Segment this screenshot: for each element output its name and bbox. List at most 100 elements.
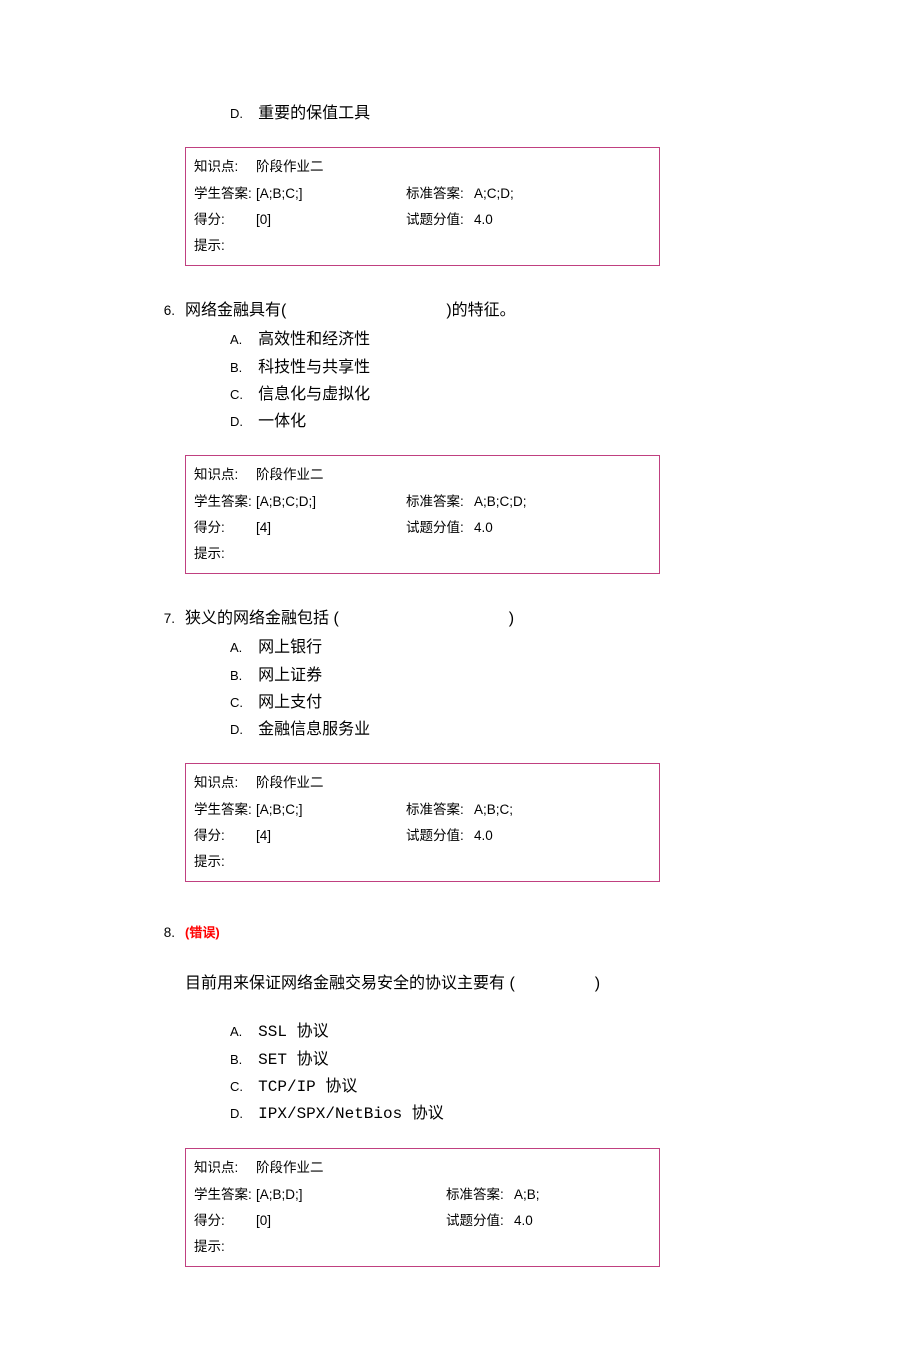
- question-6-block: 6. 网络金融具有( )的特征。 A. 高效性和经济性 B. 科技性与共享性 C.…: [0, 296, 920, 574]
- question-text: 狭义的网络金融包括 (): [185, 604, 514, 628]
- sa-label: 学生答案:: [194, 181, 256, 207]
- score-label: 得分:: [194, 207, 256, 233]
- option-text: 科技性与共享性: [258, 359, 370, 376]
- option-text: 信息化与虚拟化: [258, 386, 370, 403]
- sa-value: [A;B;D;]: [256, 1182, 446, 1208]
- option-text: SSL 协议: [258, 1023, 328, 1041]
- ca-label: 标准答案:: [406, 797, 474, 823]
- option-b: B. 网上证券: [230, 662, 920, 689]
- option-letter: A.: [230, 637, 246, 659]
- option-letter: D.: [230, 411, 246, 433]
- option-letter: C.: [230, 1076, 246, 1098]
- kp-value: 阶段作业二: [256, 770, 406, 796]
- pv-label: 试题分值:: [406, 207, 474, 233]
- option-text: TCP/IP 协议: [258, 1078, 357, 1096]
- error-tag: (错误): [185, 922, 220, 941]
- hint-label: 提示:: [194, 1234, 256, 1260]
- question-7-line: 7. 狭义的网络金融包括 (): [0, 604, 920, 628]
- score-value: [4]: [256, 515, 406, 541]
- option-d: D. 金融信息服务业: [230, 716, 920, 743]
- pv-value: 4.0: [474, 207, 651, 233]
- ca-label: 标准答案:: [406, 489, 474, 515]
- page: D. 重要的保值工具 知识点: 阶段作业二 学生答案: [A;B;C;] 标准答…: [0, 0, 920, 1357]
- question-8-block: 8. (错误) 目前用来保证网络金融交易安全的协议主要有 () A. SSL 协…: [0, 922, 920, 1267]
- answer-info-box-6: 知识点: 阶段作业二 学生答案: [A;B;C;D;] 标准答案: A;B;C;…: [185, 455, 660, 574]
- option-letter: C.: [230, 692, 246, 714]
- kp-value: 阶段作业二: [256, 154, 406, 180]
- option-letter: D.: [230, 719, 246, 741]
- score-label: 得分:: [194, 1208, 256, 1234]
- score-value: [0]: [256, 207, 406, 233]
- sa-value: [A;B;C;D;]: [256, 489, 406, 515]
- option-list: A. SSL 协议 B. SET 协议 C. TCP/IP 协议 D. IPX/…: [0, 1019, 920, 1128]
- kp-label: 知识点:: [194, 154, 256, 180]
- option-letter: C.: [230, 384, 246, 406]
- question-5-block: D. 重要的保值工具 知识点: 阶段作业二 学生答案: [A;B;C;] 标准答…: [0, 100, 920, 266]
- sa-label: 学生答案:: [194, 797, 256, 823]
- option-letter: B.: [230, 665, 246, 687]
- pv-label: 试题分值:: [406, 515, 474, 541]
- option-list: A. 高效性和经济性 B. 科技性与共享性 C. 信息化与虚拟化 D. 一体化: [0, 326, 920, 435]
- option-text: SET 协议: [258, 1051, 328, 1069]
- score-label: 得分:: [194, 823, 256, 849]
- option-letter: D.: [230, 103, 246, 125]
- option-a: A. SSL 协议: [230, 1019, 920, 1046]
- option-text: 网上证券: [258, 667, 322, 684]
- answer-info-box-8: 知识点: 阶段作业二 学生答案: [A;B;D;] 标准答案: A;B; 得分:…: [185, 1148, 660, 1267]
- option-d: D. 一体化: [230, 408, 920, 435]
- option-b: B. 科技性与共享性: [230, 354, 920, 381]
- option-letter: A.: [230, 1021, 246, 1043]
- ca-label: 标准答案:: [446, 1182, 514, 1208]
- question-text-pre: 网络金融具有(: [185, 302, 286, 319]
- ca-value: A;B;C;D;: [474, 489, 651, 515]
- pv-value: 4.0: [474, 515, 651, 541]
- answer-info-box-7: 知识点: 阶段作业二 学生答案: [A;B;C;] 标准答案: A;B;C; 得…: [185, 763, 660, 882]
- score-value: [0]: [256, 1208, 446, 1234]
- ca-value: A;B;C;: [474, 797, 651, 823]
- option-text: IPX/SPX/NetBios 协议: [258, 1105, 444, 1123]
- option-text: 网上支付: [258, 694, 322, 711]
- question-text-post: ): [509, 610, 514, 627]
- hint-label: 提示:: [194, 849, 256, 875]
- option-d: D. IPX/SPX/NetBios 协议: [230, 1101, 920, 1128]
- question-text: 网络金融具有( )的特征。: [185, 296, 516, 320]
- option-text: 网上银行: [258, 639, 322, 656]
- question-number: 6.: [0, 303, 185, 318]
- ca-label: 标准答案:: [406, 181, 474, 207]
- option-d: D. 重要的保值工具: [230, 100, 920, 127]
- option-text: 金融信息服务业: [258, 721, 370, 738]
- question-text-pre: 目前用来保证网络金融交易安全的协议主要有 (: [185, 975, 515, 992]
- hint-label: 提示:: [194, 233, 256, 259]
- pv-value: 4.0: [474, 823, 651, 849]
- question-number: 7.: [0, 611, 185, 626]
- answer-info-box-5: 知识点: 阶段作业二 学生答案: [A;B;C;] 标准答案: A;C;D; 得…: [185, 147, 660, 266]
- question-text-post: ): [595, 975, 600, 992]
- pv-label: 试题分值:: [446, 1208, 514, 1234]
- question-number: 8.: [0, 925, 185, 940]
- option-letter: D.: [230, 1103, 246, 1125]
- option-letter: A.: [230, 329, 246, 351]
- question-6-line: 6. 网络金融具有( )的特征。: [0, 296, 920, 320]
- kp-label: 知识点:: [194, 770, 256, 796]
- question-8-text: 目前用来保证网络金融交易安全的协议主要有 (): [185, 969, 920, 993]
- question-text-pre: 狭义的网络金融包括 (: [185, 610, 339, 627]
- option-text: 重要的保值工具: [258, 105, 370, 122]
- option-a: A. 网上银行: [230, 634, 920, 661]
- score-value: [4]: [256, 823, 406, 849]
- sa-value: [A;B;C;]: [256, 181, 406, 207]
- option-list: A. 网上银行 B. 网上证券 C. 网上支付 D. 金融信息服务业: [0, 634, 920, 743]
- sa-label: 学生答案:: [194, 489, 256, 515]
- question-7-block: 7. 狭义的网络金融包括 () A. 网上银行 B. 网上证券 C. 网上支付 …: [0, 604, 920, 882]
- kp-label: 知识点:: [194, 462, 256, 488]
- pv-value: 4.0: [514, 1208, 651, 1234]
- option-text: 一体化: [258, 413, 306, 430]
- option-a: A. 高效性和经济性: [230, 326, 920, 353]
- option-c: C. TCP/IP 协议: [230, 1074, 920, 1101]
- pv-label: 试题分值:: [406, 823, 474, 849]
- kp-value: 阶段作业二: [256, 462, 406, 488]
- question-text-post: )的特征。: [446, 302, 515, 319]
- ca-value: A;B;: [514, 1182, 651, 1208]
- kp-label: 知识点:: [194, 1155, 256, 1181]
- ca-value: A;C;D;: [474, 181, 651, 207]
- option-c: C. 网上支付: [230, 689, 920, 716]
